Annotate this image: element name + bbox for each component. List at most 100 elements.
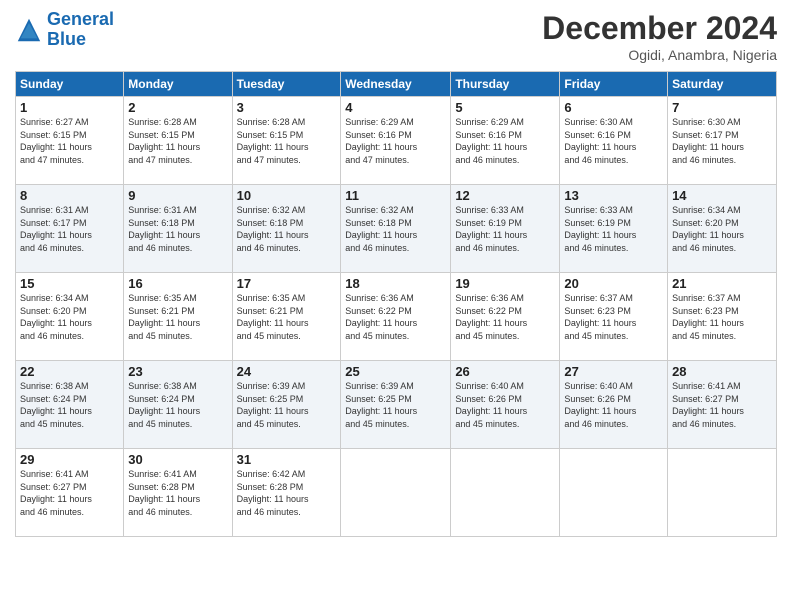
calendar-body: 1Sunrise: 6:27 AM Sunset: 6:15 PM Daylig… bbox=[16, 97, 777, 537]
day-cell: 5Sunrise: 6:29 AM Sunset: 6:16 PM Daylig… bbox=[451, 97, 560, 185]
day-info: Sunrise: 6:40 AM Sunset: 6:26 PM Dayligh… bbox=[564, 380, 663, 430]
logo-line1: General bbox=[47, 9, 114, 29]
day-number: 14 bbox=[672, 188, 772, 203]
day-cell bbox=[341, 449, 451, 537]
day-number: 29 bbox=[20, 452, 119, 467]
day-cell: 19Sunrise: 6:36 AM Sunset: 6:22 PM Dayli… bbox=[451, 273, 560, 361]
day-info: Sunrise: 6:29 AM Sunset: 6:16 PM Dayligh… bbox=[455, 116, 555, 166]
day-cell: 24Sunrise: 6:39 AM Sunset: 6:25 PM Dayli… bbox=[232, 361, 341, 449]
day-info: Sunrise: 6:37 AM Sunset: 6:23 PM Dayligh… bbox=[564, 292, 663, 342]
day-info: Sunrise: 6:28 AM Sunset: 6:15 PM Dayligh… bbox=[128, 116, 227, 166]
day-info: Sunrise: 6:39 AM Sunset: 6:25 PM Dayligh… bbox=[345, 380, 446, 430]
day-info: Sunrise: 6:35 AM Sunset: 6:21 PM Dayligh… bbox=[237, 292, 337, 342]
calendar-header: SundayMondayTuesdayWednesdayThursdayFrid… bbox=[16, 72, 777, 97]
day-cell: 7Sunrise: 6:30 AM Sunset: 6:17 PM Daylig… bbox=[668, 97, 777, 185]
header-cell-monday: Monday bbox=[124, 72, 232, 97]
day-cell: 28Sunrise: 6:41 AM Sunset: 6:27 PM Dayli… bbox=[668, 361, 777, 449]
day-info: Sunrise: 6:41 AM Sunset: 6:28 PM Dayligh… bbox=[128, 468, 227, 518]
day-info: Sunrise: 6:38 AM Sunset: 6:24 PM Dayligh… bbox=[128, 380, 227, 430]
day-number: 10 bbox=[237, 188, 337, 203]
day-cell bbox=[668, 449, 777, 537]
day-cell: 30Sunrise: 6:41 AM Sunset: 6:28 PM Dayli… bbox=[124, 449, 232, 537]
day-info: Sunrise: 6:38 AM Sunset: 6:24 PM Dayligh… bbox=[20, 380, 119, 430]
day-cell: 22Sunrise: 6:38 AM Sunset: 6:24 PM Dayli… bbox=[16, 361, 124, 449]
day-number: 25 bbox=[345, 364, 446, 379]
day-cell bbox=[560, 449, 668, 537]
day-number: 26 bbox=[455, 364, 555, 379]
calendar: SundayMondayTuesdayWednesdayThursdayFrid… bbox=[15, 71, 777, 537]
header-cell-tuesday: Tuesday bbox=[232, 72, 341, 97]
day-info: Sunrise: 6:33 AM Sunset: 6:19 PM Dayligh… bbox=[564, 204, 663, 254]
day-info: Sunrise: 6:34 AM Sunset: 6:20 PM Dayligh… bbox=[20, 292, 119, 342]
day-number: 8 bbox=[20, 188, 119, 203]
day-info: Sunrise: 6:34 AM Sunset: 6:20 PM Dayligh… bbox=[672, 204, 772, 254]
header-cell-saturday: Saturday bbox=[668, 72, 777, 97]
day-cell: 18Sunrise: 6:36 AM Sunset: 6:22 PM Dayli… bbox=[341, 273, 451, 361]
day-info: Sunrise: 6:30 AM Sunset: 6:16 PM Dayligh… bbox=[564, 116, 663, 166]
day-number: 27 bbox=[564, 364, 663, 379]
day-cell: 10Sunrise: 6:32 AM Sunset: 6:18 PM Dayli… bbox=[232, 185, 341, 273]
day-info: Sunrise: 6:40 AM Sunset: 6:26 PM Dayligh… bbox=[455, 380, 555, 430]
day-info: Sunrise: 6:35 AM Sunset: 6:21 PM Dayligh… bbox=[128, 292, 227, 342]
day-number: 28 bbox=[672, 364, 772, 379]
day-number: 17 bbox=[237, 276, 337, 291]
day-cell: 8Sunrise: 6:31 AM Sunset: 6:17 PM Daylig… bbox=[16, 185, 124, 273]
day-number: 4 bbox=[345, 100, 446, 115]
day-cell: 17Sunrise: 6:35 AM Sunset: 6:21 PM Dayli… bbox=[232, 273, 341, 361]
day-cell: 13Sunrise: 6:33 AM Sunset: 6:19 PM Dayli… bbox=[560, 185, 668, 273]
day-number: 31 bbox=[237, 452, 337, 467]
day-info: Sunrise: 6:29 AM Sunset: 6:16 PM Dayligh… bbox=[345, 116, 446, 166]
day-number: 21 bbox=[672, 276, 772, 291]
week-row-5: 29Sunrise: 6:41 AM Sunset: 6:27 PM Dayli… bbox=[16, 449, 777, 537]
day-number: 22 bbox=[20, 364, 119, 379]
day-cell: 16Sunrise: 6:35 AM Sunset: 6:21 PM Dayli… bbox=[124, 273, 232, 361]
day-number: 11 bbox=[345, 188, 446, 203]
day-number: 12 bbox=[455, 188, 555, 203]
title-block: December 2024 Ogidi, Anambra, Nigeria bbox=[542, 10, 777, 63]
day-info: Sunrise: 6:32 AM Sunset: 6:18 PM Dayligh… bbox=[345, 204, 446, 254]
day-cell: 12Sunrise: 6:33 AM Sunset: 6:19 PM Dayli… bbox=[451, 185, 560, 273]
day-cell: 27Sunrise: 6:40 AM Sunset: 6:26 PM Dayli… bbox=[560, 361, 668, 449]
logo: General Blue bbox=[15, 10, 114, 50]
day-info: Sunrise: 6:31 AM Sunset: 6:18 PM Dayligh… bbox=[128, 204, 227, 254]
day-number: 13 bbox=[564, 188, 663, 203]
day-info: Sunrise: 6:30 AM Sunset: 6:17 PM Dayligh… bbox=[672, 116, 772, 166]
day-number: 7 bbox=[672, 100, 772, 115]
day-info: Sunrise: 6:33 AM Sunset: 6:19 PM Dayligh… bbox=[455, 204, 555, 254]
day-cell: 21Sunrise: 6:37 AM Sunset: 6:23 PM Dayli… bbox=[668, 273, 777, 361]
header-cell-wednesday: Wednesday bbox=[341, 72, 451, 97]
logo-icon bbox=[15, 16, 43, 44]
day-cell: 20Sunrise: 6:37 AM Sunset: 6:23 PM Dayli… bbox=[560, 273, 668, 361]
day-info: Sunrise: 6:36 AM Sunset: 6:22 PM Dayligh… bbox=[345, 292, 446, 342]
logo-text: General Blue bbox=[47, 10, 114, 50]
header: General Blue December 2024 Ogidi, Anambr… bbox=[15, 10, 777, 63]
day-number: 9 bbox=[128, 188, 227, 203]
day-number: 3 bbox=[237, 100, 337, 115]
header-cell-sunday: Sunday bbox=[16, 72, 124, 97]
week-row-2: 8Sunrise: 6:31 AM Sunset: 6:17 PM Daylig… bbox=[16, 185, 777, 273]
day-cell: 31Sunrise: 6:42 AM Sunset: 6:28 PM Dayli… bbox=[232, 449, 341, 537]
header-cell-thursday: Thursday bbox=[451, 72, 560, 97]
day-info: Sunrise: 6:31 AM Sunset: 6:17 PM Dayligh… bbox=[20, 204, 119, 254]
day-info: Sunrise: 6:36 AM Sunset: 6:22 PM Dayligh… bbox=[455, 292, 555, 342]
day-number: 6 bbox=[564, 100, 663, 115]
day-cell: 23Sunrise: 6:38 AM Sunset: 6:24 PM Dayli… bbox=[124, 361, 232, 449]
day-cell: 2Sunrise: 6:28 AM Sunset: 6:15 PM Daylig… bbox=[124, 97, 232, 185]
day-info: Sunrise: 6:37 AM Sunset: 6:23 PM Dayligh… bbox=[672, 292, 772, 342]
day-cell: 14Sunrise: 6:34 AM Sunset: 6:20 PM Dayli… bbox=[668, 185, 777, 273]
month-title: December 2024 bbox=[542, 10, 777, 47]
day-number: 2 bbox=[128, 100, 227, 115]
day-info: Sunrise: 6:32 AM Sunset: 6:18 PM Dayligh… bbox=[237, 204, 337, 254]
subtitle: Ogidi, Anambra, Nigeria bbox=[542, 47, 777, 63]
week-row-4: 22Sunrise: 6:38 AM Sunset: 6:24 PM Dayli… bbox=[16, 361, 777, 449]
page: General Blue December 2024 Ogidi, Anambr… bbox=[0, 0, 792, 612]
header-row: SundayMondayTuesdayWednesdayThursdayFrid… bbox=[16, 72, 777, 97]
day-info: Sunrise: 6:28 AM Sunset: 6:15 PM Dayligh… bbox=[237, 116, 337, 166]
day-number: 19 bbox=[455, 276, 555, 291]
day-number: 23 bbox=[128, 364, 227, 379]
day-cell: 26Sunrise: 6:40 AM Sunset: 6:26 PM Dayli… bbox=[451, 361, 560, 449]
day-cell: 4Sunrise: 6:29 AM Sunset: 6:16 PM Daylig… bbox=[341, 97, 451, 185]
day-cell: 9Sunrise: 6:31 AM Sunset: 6:18 PM Daylig… bbox=[124, 185, 232, 273]
day-info: Sunrise: 6:42 AM Sunset: 6:28 PM Dayligh… bbox=[237, 468, 337, 518]
day-cell: 29Sunrise: 6:41 AM Sunset: 6:27 PM Dayli… bbox=[16, 449, 124, 537]
